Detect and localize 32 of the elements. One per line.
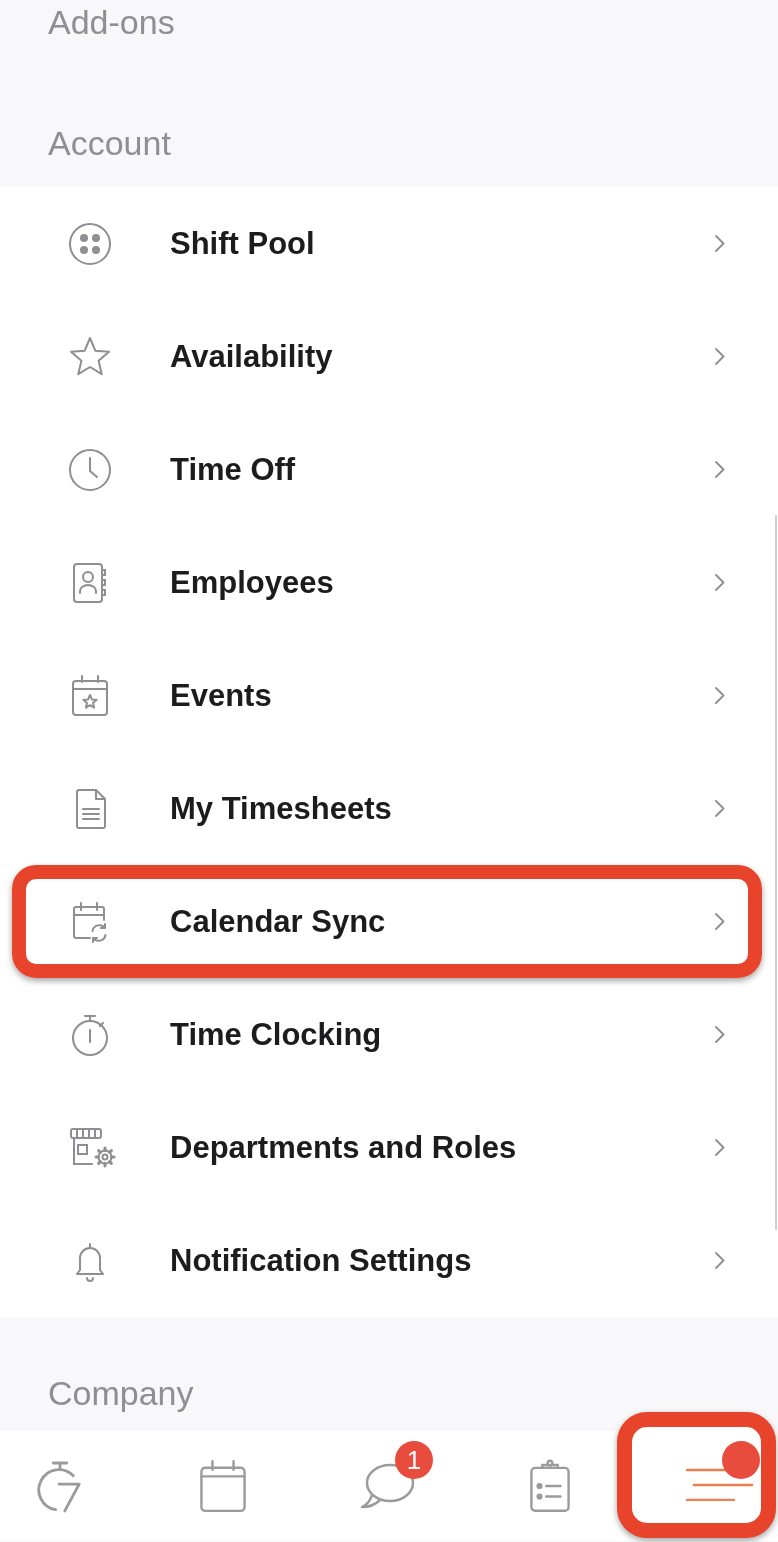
chevron-right-icon	[715, 1139, 725, 1156]
calendar-icon	[200, 1459, 246, 1513]
clock-icon	[68, 447, 112, 492]
chevron-right-icon	[715, 1252, 725, 1269]
menu-item[interactable]: Time Off	[0, 413, 774, 526]
unread-badge: 1	[395, 1441, 433, 1479]
menu-item[interactable]: Employees	[0, 526, 774, 639]
menu-item[interactable]: Calendar Sync	[26, 879, 748, 964]
menu-item[interactable]: Time Clocking	[0, 978, 774, 1091]
stopwatch-logo-icon	[37, 1459, 83, 1513]
chevron-right-icon	[715, 687, 725, 704]
chevron-right-icon	[715, 235, 725, 252]
tab[interactable]: 1	[310, 1431, 465, 1541]
section-header: Account	[48, 123, 171, 163]
store-gear-icon	[68, 1125, 116, 1170]
chevron-right-icon	[715, 461, 725, 478]
menu-item[interactable]: Shift Pool	[0, 187, 774, 300]
chevron-right-icon	[715, 574, 725, 591]
chevron-right-icon	[715, 913, 725, 930]
chevron-right-icon	[715, 800, 725, 817]
menu-item[interactable]: Departments and Roles	[0, 1091, 774, 1204]
chevron-right-icon	[715, 1026, 725, 1043]
menu-item[interactable]: My Timesheets	[0, 752, 774, 865]
menu-item[interactable]: Availability	[0, 300, 774, 413]
clipboard-list-icon	[530, 1459, 570, 1513]
section-header: Add-ons	[48, 2, 175, 42]
section-header: Company	[48, 1373, 194, 1413]
menu-item[interactable]: Notification Settings	[0, 1204, 774, 1317]
dots-circle-icon	[68, 221, 112, 266]
menu-item[interactable]: Events	[0, 639, 774, 752]
menu-icon	[685, 1467, 755, 1501]
chevron-right-icon	[715, 348, 725, 365]
